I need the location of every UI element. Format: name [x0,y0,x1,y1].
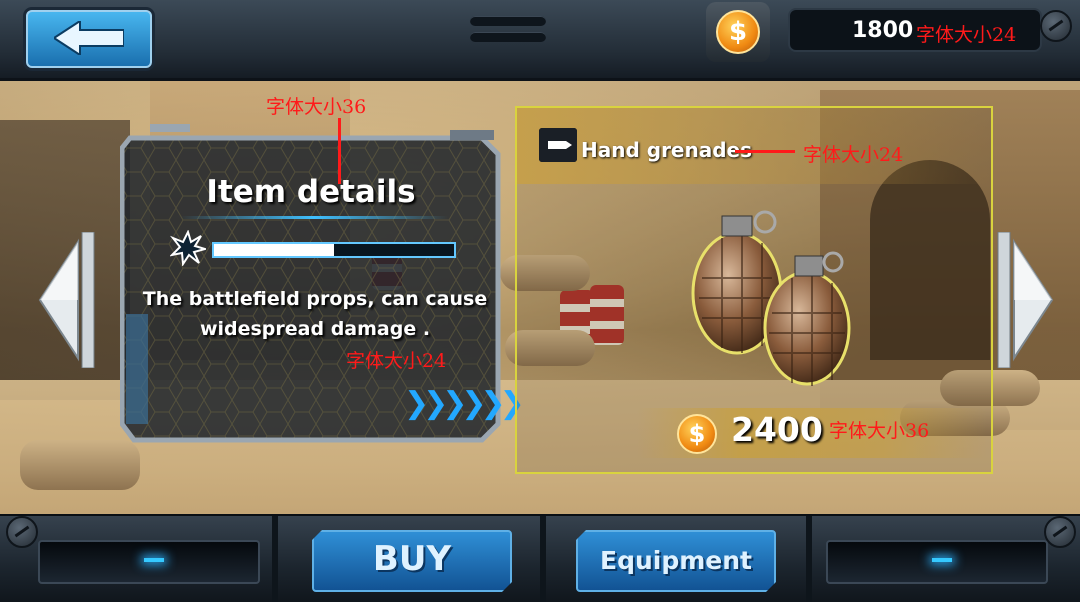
item-header: Hand grenades 字体大小24 [517,108,991,184]
explosion-icon [170,230,206,266]
panel-title: Item details [206,174,416,210]
empty-slot-left [38,540,260,584]
coin-amount: 1800 [852,18,914,43]
buy-button[interactable]: BUY [312,530,512,592]
bullet-icon [539,128,577,162]
font-size-annotation: 字体大小24 [916,24,1017,46]
font-size-annotation: 字体大小24 [803,144,904,166]
divider [806,516,812,602]
chevrons-icon: ❯❯❯❯❯❯ [404,386,525,421]
top-bar: $ 1800 字体大小24 [0,0,1080,81]
buy-button-label: BUY [372,539,452,579]
font-size-annotation: 字体大小36 [829,420,930,442]
bottom-bar: BUY Equipment [0,514,1080,602]
bolt-icon [1044,516,1076,548]
power-bar [212,242,456,258]
menu-icon[interactable] [470,16,546,50]
item-card[interactable]: Hand grenades 字体大小24 $ 2400 字体大小36 [515,106,993,474]
price-row: $ 2400 字体大小36 [637,408,987,458]
item-description: The battlefield props, can cause widespr… [142,288,488,340]
empty-slot-right [826,540,1048,584]
coin-balance: 1800 字体大小24 [788,8,1042,52]
divider [272,516,278,602]
prev-arrow-icon[interactable] [38,232,96,368]
title-underline [180,216,448,219]
coin-icon: $ [716,10,760,54]
power-bar-fill [214,244,334,256]
coin-badge: $ [706,2,770,62]
annotation-line [338,118,341,184]
divider [540,516,546,602]
bolt-icon [1040,10,1072,42]
item-price: 2400 [731,410,823,449]
back-button[interactable] [26,10,152,68]
equipment-button[interactable]: Equipment [576,530,776,592]
annotation-line [735,150,795,153]
grenade-image [691,210,851,386]
bolt-icon [6,516,38,548]
item-details-panel: Item details The battlefield props, can … [120,124,525,446]
font-size-annotation: 字体大小36 [266,96,367,118]
item-name: Hand grenades [581,138,753,162]
font-size-annotation: 字体大小24 [346,350,447,372]
equipment-button-label: Equipment [600,546,752,575]
back-arrow-icon [54,21,124,55]
coin-icon: $ [677,414,717,454]
next-arrow-icon[interactable] [996,232,1054,368]
